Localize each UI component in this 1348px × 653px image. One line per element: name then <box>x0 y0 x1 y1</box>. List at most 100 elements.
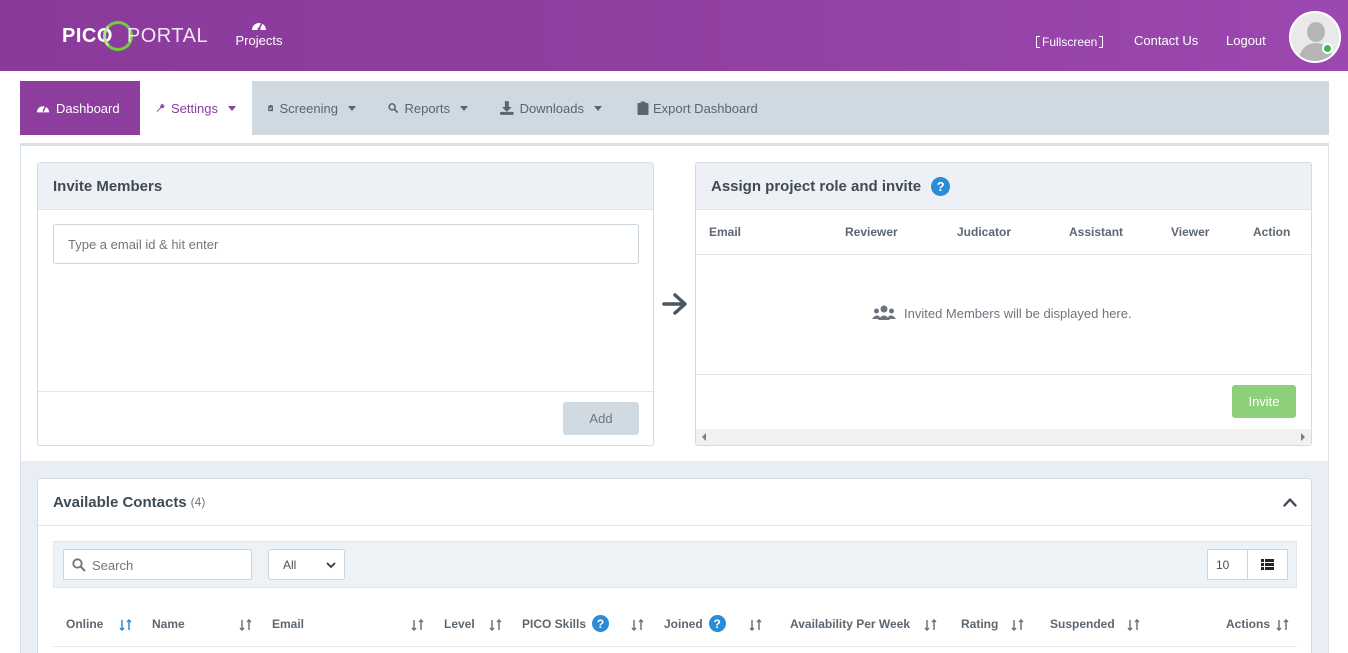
clipboard-icon <box>637 101 649 115</box>
chevron-down-icon <box>326 562 336 569</box>
col-joined-label: Joined <box>664 616 703 631</box>
tab-settings[interactable]: Settings <box>140 81 252 135</box>
divider <box>38 391 653 392</box>
col-viewer: Viewer <box>1171 225 1210 239</box>
wrench-icon <box>156 104 165 112</box>
tab-reports[interactable]: Reports <box>372 81 484 135</box>
invite-email-input[interactable] <box>53 224 639 264</box>
column-toggle-button[interactable] <box>1247 549 1288 580</box>
projects-label: Projects <box>235 33 283 48</box>
col-email[interactable]: Email <box>272 617 304 631</box>
contact-us-link[interactable]: Contact Us <box>1134 33 1198 48</box>
user-avatar[interactable] <box>1289 11 1341 63</box>
invite-members-card: Invite Members Add <box>37 162 654 446</box>
gauge-icon <box>252 22 266 31</box>
col-suspended[interactable]: Suspended <box>1050 617 1115 631</box>
assign-role-title: Assign project role and invite <box>711 177 922 195</box>
tab-reports-label: Reports <box>404 100 450 116</box>
page-size-input[interactable]: 10 <box>1207 549 1248 580</box>
col-availability[interactable]: Availability Per Week <box>790 617 910 631</box>
sort-active-icon[interactable] <box>119 619 133 631</box>
chevron-down-icon <box>594 105 602 111</box>
gauge-icon <box>36 105 50 113</box>
help-icon[interactable]: ? <box>708 615 726 632</box>
contacts-filter-select[interactable]: All <box>268 549 345 580</box>
contacts-search[interactable] <box>63 549 252 580</box>
available-contacts-card: Available Contacts (4) All 10 Online Nam… <box>37 478 1312 653</box>
download-icon <box>500 101 514 115</box>
empty-message-text: Invited Members will be displayed here. <box>904 305 1132 321</box>
tab-downloads[interactable]: Downloads <box>484 81 618 135</box>
contacts-count: (4) <box>190 495 206 509</box>
fullscreen-link[interactable]: Fullscreen <box>1036 35 1104 49</box>
list-icon <box>1261 559 1274 570</box>
available-contacts-title: Available Contacts <box>53 493 187 511</box>
filter-selected-value: All <box>283 557 297 572</box>
projects-link[interactable]: Projects <box>232 18 286 48</box>
tab-dashboard-label: Dashboard <box>56 100 120 116</box>
invite-members-title: Invite Members <box>38 163 653 210</box>
tab-dashboard[interactable]: Dashboard <box>20 81 140 135</box>
scroll-right-icon[interactable] <box>1301 433 1305 441</box>
sort-icon[interactable] <box>631 619 645 631</box>
tab-export-dashboard-label: Export Dashboard <box>653 100 758 116</box>
fullscreen-bracket-left-icon <box>1036 36 1040 48</box>
contacts-toolbar: All 10 <box>53 541 1297 588</box>
col-rating[interactable]: Rating <box>961 617 998 631</box>
users-icon <box>872 305 896 320</box>
available-contacts-header[interactable]: Available Contacts (4) <box>38 479 1311 526</box>
tab-screening[interactable]: Screening <box>252 81 372 135</box>
scroll-left-icon[interactable] <box>702 433 706 441</box>
search-icon <box>388 103 399 114</box>
contacts-search-input[interactable] <box>92 554 247 576</box>
col-reviewer: Reviewer <box>845 225 898 239</box>
col-action: Action <box>1253 225 1291 239</box>
sort-icon[interactable] <box>411 619 425 631</box>
help-icon[interactable]: ? <box>931 176 951 196</box>
add-button[interactable]: Add <box>563 402 639 435</box>
divider <box>696 374 1311 375</box>
col-actions[interactable]: Actions <box>1226 617 1270 631</box>
fullscreen-bracket-right-icon <box>1099 36 1104 48</box>
top-navbar: PICO PORTAL Projects Fullscreen Contact … <box>0 0 1348 71</box>
chevron-down-icon <box>348 105 356 111</box>
col-level[interactable]: Level <box>444 617 475 631</box>
col-name[interactable]: Name <box>152 617 185 631</box>
chevron-up-icon[interactable] <box>1283 497 1297 507</box>
sort-icon[interactable] <box>1276 619 1290 631</box>
invited-empty-state: Invited Members will be displayed here. <box>872 305 1132 321</box>
logout-link[interactable]: Logout <box>1226 33 1266 48</box>
col-judicator: Judicator <box>957 225 1012 239</box>
help-icon[interactable]: ? <box>592 615 610 632</box>
tab-settings-label: Settings <box>171 100 218 116</box>
col-joined[interactable]: Joined ? <box>664 615 726 632</box>
sort-icon[interactable] <box>1127 619 1141 631</box>
avatar-head <box>1307 22 1325 42</box>
clipboard-check-icon <box>268 105 274 112</box>
col-pico-skills[interactable]: PICO Skills ? <box>522 615 610 632</box>
tab-export-dashboard[interactable]: Export Dashboard <box>618 81 774 135</box>
assign-role-header: Assign project role and invite ? <box>696 163 1311 210</box>
col-online[interactable]: Online <box>66 617 103 631</box>
sort-icon[interactable] <box>239 619 253 631</box>
tab-downloads-label: Downloads <box>519 100 584 116</box>
tab-screening-label: Screening <box>279 100 338 116</box>
sort-icon[interactable] <box>1011 619 1025 631</box>
online-status-dot <box>1322 43 1333 54</box>
col-assistant: Assistant <box>1069 225 1124 239</box>
sort-icon[interactable] <box>489 619 503 631</box>
assign-role-card: Assign project role and invite ? Email R… <box>695 162 1312 446</box>
sort-icon[interactable] <box>924 619 938 631</box>
chevron-down-icon <box>460 105 468 111</box>
horizontal-scrollbar[interactable] <box>696 429 1311 445</box>
search-icon <box>72 558 86 572</box>
sort-icon[interactable] <box>749 619 763 631</box>
contacts-table-header: Online Name Email Level PICO Skills ? Jo… <box>53 607 1297 647</box>
pico-portal-logo[interactable]: PICO PORTAL <box>62 18 208 54</box>
project-tabs: Dashboard Settings Screening Reports Dow… <box>20 81 1329 135</box>
col-email: Email <box>709 225 742 239</box>
chevron-down-icon <box>228 105 236 111</box>
fullscreen-label: Fullscreen <box>1042 35 1098 49</box>
invite-button[interactable]: Invite <box>1232 385 1296 418</box>
arrow-right-icon <box>662 293 687 315</box>
